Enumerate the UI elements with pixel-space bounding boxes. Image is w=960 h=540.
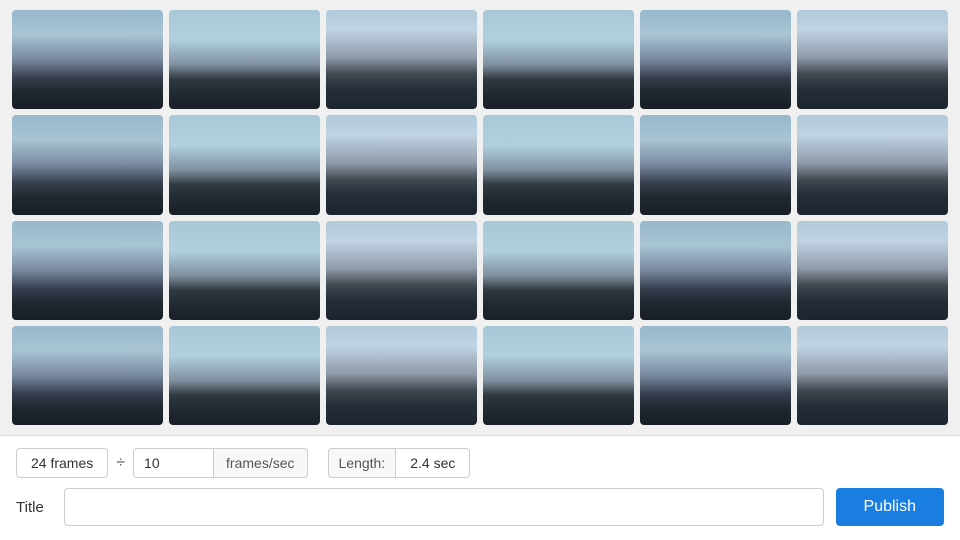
title-input[interactable] (64, 488, 824, 526)
controls-row1: 24 frames ÷ frames/sec Length: 2.4 sec (16, 448, 944, 478)
length-value: 2.4 sec (396, 448, 470, 478)
frame-thumb[interactable] (640, 10, 791, 109)
frame-thumb[interactable] (169, 10, 320, 109)
frame-thumb[interactable] (12, 10, 163, 109)
publish-button[interactable]: Publish (836, 488, 944, 526)
controls-row2: Title Publish (16, 488, 944, 526)
frame-thumb[interactable] (169, 326, 320, 425)
title-label: Title (16, 499, 52, 516)
frame-thumb[interactable] (483, 221, 634, 320)
frame-thumb[interactable] (12, 115, 163, 214)
frame-thumb[interactable] (12, 221, 163, 320)
frame-thumb[interactable] (12, 326, 163, 425)
frame-thumb[interactable] (169, 115, 320, 214)
fps-unit-label: frames/sec (213, 448, 307, 478)
frame-thumb[interactable] (797, 221, 948, 320)
frame-thumb[interactable] (483, 326, 634, 425)
frames-count: 24 frames (16, 448, 108, 478)
frame-thumb[interactable] (483, 115, 634, 214)
length-group: Length: 2.4 sec (328, 448, 471, 478)
frame-thumb[interactable] (797, 10, 948, 109)
frame-thumb[interactable] (797, 115, 948, 214)
frame-thumb[interactable] (326, 115, 477, 214)
frame-thumb[interactable] (797, 326, 948, 425)
frame-thumb[interactable] (640, 115, 791, 214)
length-label: Length: (328, 448, 397, 478)
frame-thumb[interactable] (640, 326, 791, 425)
frame-thumb[interactable] (326, 326, 477, 425)
divider-symbol: ÷ (108, 454, 133, 472)
frame-thumb[interactable] (483, 10, 634, 109)
frame-thumb[interactable] (326, 10, 477, 109)
frame-thumb[interactable] (326, 221, 477, 320)
bottom-controls: 24 frames ÷ frames/sec Length: 2.4 sec T… (0, 435, 960, 540)
frame-thumb[interactable] (169, 221, 320, 320)
frames-grid (12, 10, 948, 425)
frames-grid-container (0, 0, 960, 435)
fps-input[interactable] (133, 448, 213, 478)
frame-thumb[interactable] (640, 221, 791, 320)
